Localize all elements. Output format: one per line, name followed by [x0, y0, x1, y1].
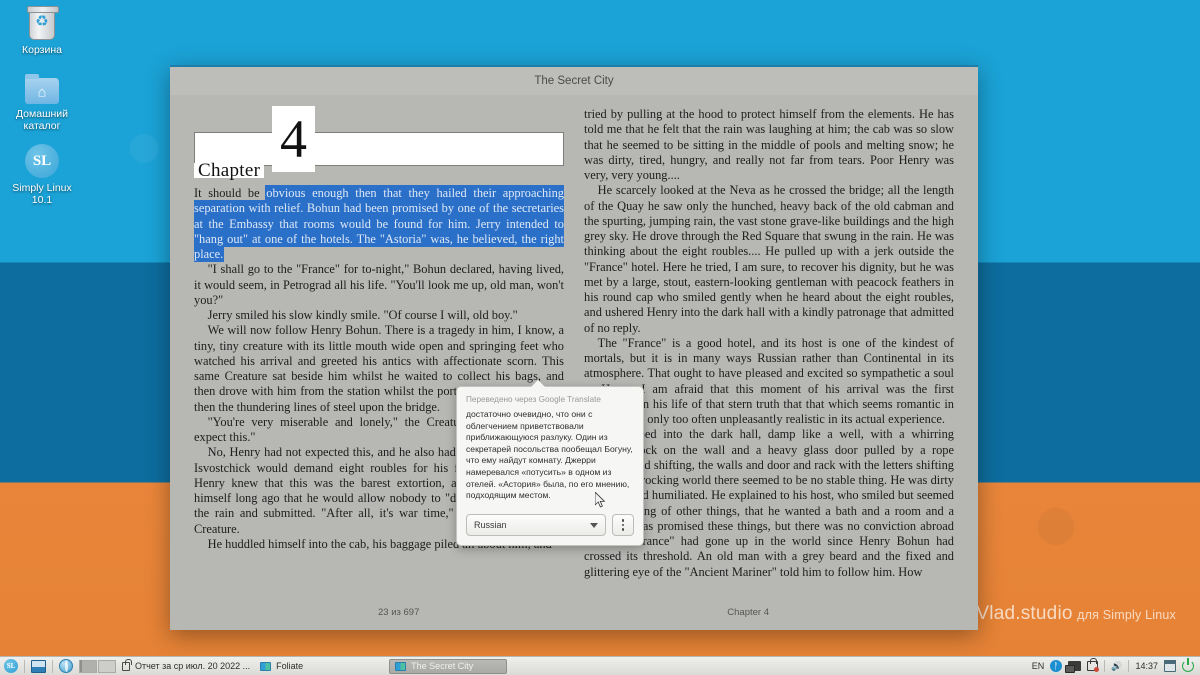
mouse-cursor: [595, 492, 606, 508]
taskbar-active-window[interactable]: The Secret City: [389, 658, 508, 674]
workspace-switcher[interactable]: [79, 659, 116, 673]
book-icon: [260, 661, 272, 671]
window-titlebar[interactable]: The Secret City: [170, 67, 978, 95]
system-tray: EN ᚨ 🔊 14:37: [1032, 658, 1200, 673]
dot-1: [621, 519, 625, 522]
chapter-heading: Chapter 4: [194, 106, 564, 180]
desktop-icon-home[interactable]: ⌂ Домашний каталог: [2, 74, 82, 132]
chapter-word: Chapter: [194, 161, 265, 180]
reader-area[interactable]: Chapter 4 It should be obvious enough th…: [170, 95, 978, 600]
desktop-icon-home-label-1: Домашний: [15, 108, 69, 120]
workspace-1[interactable]: [79, 659, 97, 673]
taskbar-item-foliate[interactable]: Foliate: [260, 661, 303, 671]
volume-icon[interactable]: 🔊: [1111, 661, 1122, 672]
paragraph-1: It should be obvious enough then that th…: [194, 186, 564, 262]
trash-icon: [27, 6, 59, 40]
taskbar-active-window-label: The Secret City: [411, 661, 474, 671]
window-title: The Secret City: [534, 75, 614, 87]
clock[interactable]: 14:37: [1135, 661, 1158, 671]
right-paragraph-1: tried by pulling at the hood to protect …: [584, 107, 954, 182]
paragraph-1-plain: It should be: [194, 186, 260, 200]
paragraph-3: Jerry smiled his slow kindly smile. "Of …: [207, 308, 518, 322]
watermark-text: Vlad.studio для Simply Linux: [976, 603, 1176, 625]
desktop-icon-trash[interactable]: Корзина: [2, 6, 82, 56]
tray-separator-1: [1104, 660, 1106, 672]
simply-linux-icon: SL: [25, 144, 59, 178]
network-icon[interactable]: [1065, 661, 1082, 673]
workspace-1-window: [80, 659, 82, 672]
home-folder-icon: ⌂: [25, 74, 59, 104]
dot-2: [621, 523, 625, 527]
translated-text: достаточно очевидно, что они с облегчени…: [466, 409, 633, 501]
taskbar-left: SL: [0, 659, 116, 673]
taskbar[interactable]: SL Отчет за ср июл. 20 2022 ... Foliate …: [0, 656, 1200, 675]
language-select-value: Russian: [474, 520, 507, 530]
desktop: Корзина ⌂ Домашний каталог SL Simply Lin…: [0, 0, 1200, 675]
desktop-icon-home-label-2: каталог: [23, 120, 61, 132]
start-menu-icon[interactable]: SL: [4, 659, 18, 673]
taskbar-item-report-label: Отчет за ср июл. 20 2022 ...: [135, 661, 251, 671]
foliate-window[interactable]: The Secret City Chapter 4 It should be o…: [170, 65, 978, 630]
footer-chapter-label: Chapter 4: [727, 606, 769, 618]
desktop-icon-simply-linux[interactable]: SL Simply Linux 10.1: [2, 144, 82, 206]
house-glyph: ⌂: [37, 83, 47, 100]
watermark-line-2: для Simply Linux: [1077, 608, 1176, 622]
bluetooth-icon[interactable]: ᚨ: [1050, 660, 1063, 672]
lock-icon: [122, 658, 132, 671]
taskbar-separator-2: [52, 659, 53, 673]
chevron-down-icon: [590, 522, 598, 528]
dot-3: [621, 528, 625, 531]
reader-footer: 23 из 697 Chapter 4: [170, 600, 978, 630]
book-icon-active: [395, 661, 407, 671]
taskbar-items: Отчет за ср июл. 20 2022 ... Foliate The…: [116, 658, 508, 674]
tray-separator-2: [1128, 660, 1130, 672]
translate-source-label: Переведено через Google Translate: [466, 395, 601, 404]
translate-popup[interactable]: Переведено через Google Translate достат…: [456, 380, 644, 546]
keyboard-layout-indicator[interactable]: EN: [1032, 661, 1045, 671]
desktop-icon-trash-label: Корзина: [22, 44, 62, 56]
right-paragraph-2: He scarcely looked at the Neva as he cro…: [584, 183, 954, 335]
page-progress: 23 из 697: [378, 606, 420, 618]
taskbar-item-foliate-label: Foliate: [276, 661, 304, 671]
power-icon[interactable]: [1182, 658, 1194, 672]
language-select[interactable]: Russian: [466, 514, 606, 536]
browser-icon[interactable]: [59, 659, 73, 673]
translate-popup-footer: Russian: [466, 514, 634, 536]
show-desktop-icon[interactable]: [31, 659, 46, 673]
more-options-button[interactable]: [612, 514, 634, 536]
calendar-icon[interactable]: [1163, 660, 1177, 672]
workspace-2[interactable]: [98, 659, 116, 673]
chapter-number: 4: [272, 106, 315, 172]
taskbar-separator-1: [24, 659, 25, 673]
watermark-line-1: Vlad.studio: [976, 603, 1073, 624]
lock-screen-icon[interactable]: [1087, 658, 1100, 672]
desktop-icon-sl-label-1: Simply Linux: [12, 182, 72, 194]
desktop-icon-sl-label-2: 10.1: [31, 194, 53, 206]
taskbar-item-report[interactable]: Отчет за ср июл. 20 2022 ...: [122, 658, 251, 671]
paragraph-2: "I shall go to the "France" for to-night…: [194, 262, 564, 307]
